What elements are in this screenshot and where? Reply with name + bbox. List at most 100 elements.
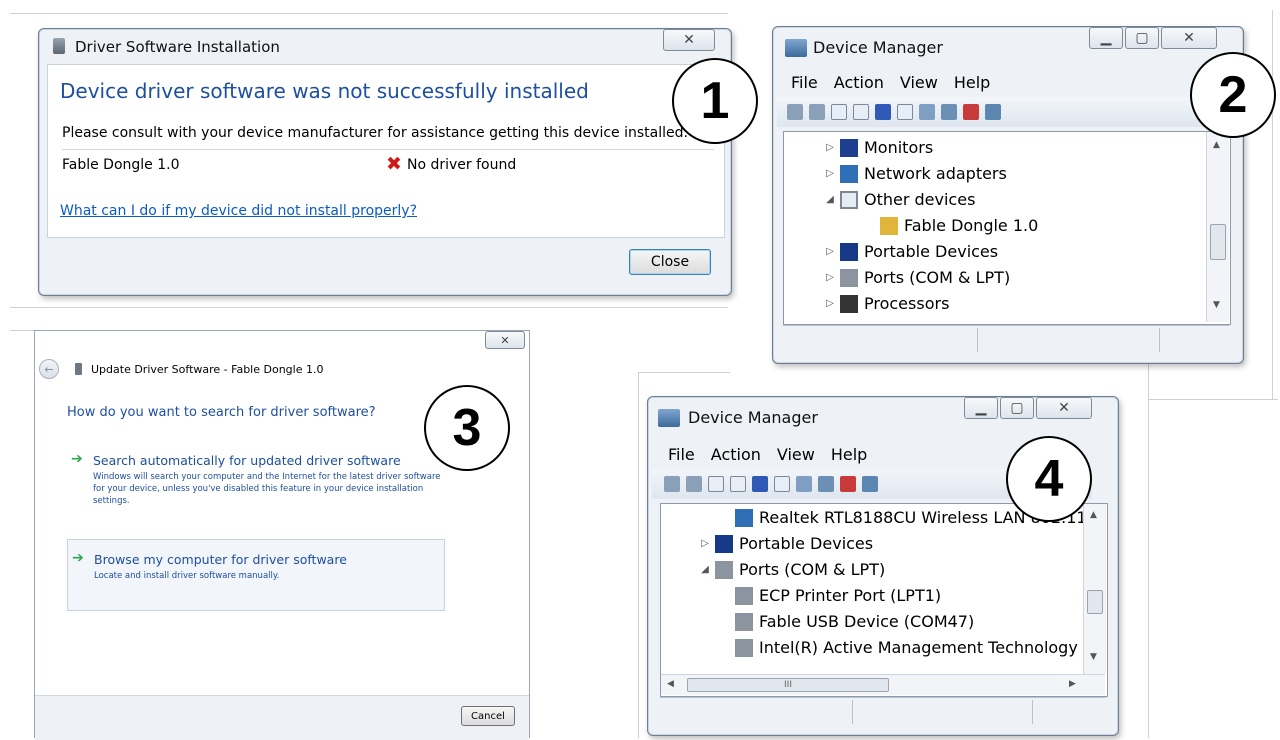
forward-icon[interactable] [686, 476, 702, 492]
menu-file[interactable]: File [660, 445, 703, 464]
option-title: Search automatically for updated driver … [93, 453, 401, 468]
collapse-icon[interactable]: ◢ [699, 564, 711, 575]
close-icon[interactable]: ✕ [663, 29, 715, 51]
scroll-down-icon[interactable]: ▼ [1213, 300, 1220, 310]
expand-icon[interactable]: ▷ [699, 538, 711, 549]
expand-icon[interactable]: ▷ [824, 272, 836, 283]
forward-icon[interactable] [809, 104, 825, 120]
menu-help[interactable]: Help [823, 445, 875, 464]
uninstall-icon[interactable] [840, 476, 856, 492]
view-icon[interactable] [831, 104, 847, 120]
menu-view[interactable]: View [892, 73, 946, 92]
tree-item-processors[interactable]: ▷ Processors [824, 294, 949, 313]
tree-item-monitors[interactable]: ▷ Monitors [824, 138, 933, 157]
scroll-up-icon[interactable]: ▲ [1213, 140, 1220, 150]
menu-file[interactable]: File [783, 73, 826, 92]
menu-help[interactable]: Help [946, 73, 998, 92]
maximize-icon[interactable]: ▢ [1000, 397, 1034, 419]
tree-item-network-adapters[interactable]: ▷ Network adapters [824, 164, 1007, 183]
help-link[interactable]: What can I do if my device did not insta… [60, 203, 417, 219]
tree-item-ports[interactable]: ◢ Ports (COM & LPT) [699, 560, 885, 579]
search-automatically-option[interactable]: ➔ Search automatically for updated drive… [67, 449, 447, 519]
warning-device-icon [880, 216, 898, 235]
close-icon[interactable]: ✕ [1036, 397, 1092, 419]
vertical-scrollbar[interactable]: ▲ ▼ [1206, 132, 1229, 322]
tree-item-fable-dongle[interactable]: Fable Dongle 1.0 [876, 216, 1038, 235]
view-icon[interactable] [708, 476, 724, 492]
menu-view[interactable]: View [769, 445, 823, 464]
expand-icon[interactable]: ▷ [824, 298, 836, 309]
horizontal-scrollbar[interactable]: ◀ III ▶ [661, 674, 1105, 695]
heading: Device driver software was not successfu… [60, 79, 589, 103]
device-tree: ▷ Monitors ▷ Network adapters ◢ Other devic… [783, 131, 1231, 325]
toolbar [787, 104, 1001, 120]
unknown-device-icon [840, 190, 858, 209]
installer-icon [53, 38, 65, 54]
properties-icon[interactable] [730, 476, 746, 492]
update-driver-icon[interactable] [941, 104, 957, 120]
help-icon[interactable] [875, 104, 891, 120]
tree-item-portable-devices[interactable]: ▷ Portable Devices [824, 242, 998, 261]
scroll-thumb[interactable]: III [687, 678, 889, 692]
enable-icon[interactable] [862, 476, 878, 492]
device-tree: Realtek RTL8188CU Wireless LAN 802.11 ▷ P… [660, 503, 1108, 697]
list-icon[interactable] [897, 104, 913, 120]
scroll-thumb[interactable] [1087, 590, 1103, 614]
maximize-icon[interactable]: ▢ [1125, 27, 1159, 49]
close-button[interactable]: Close [629, 249, 711, 275]
scroll-left-icon[interactable]: ◀ [667, 679, 674, 689]
scan-icon[interactable] [796, 476, 812, 492]
window-title: Device Manager [813, 38, 943, 57]
scroll-right-icon[interactable]: ▶ [1069, 679, 1076, 689]
menu-action[interactable]: Action [826, 73, 892, 92]
close-icon[interactable]: ✕ [485, 331, 525, 349]
panel4-left-rule [638, 372, 639, 738]
collapse-icon[interactable]: ◢ [824, 194, 836, 205]
back-arrow-icon[interactable]: ← [39, 359, 59, 379]
enable-icon[interactable] [985, 104, 1001, 120]
menu-bar: File Action View Help [660, 445, 875, 464]
close-icon[interactable]: ✕ [1161, 27, 1217, 49]
back-icon[interactable] [787, 104, 803, 120]
scroll-thumb[interactable] [1210, 224, 1226, 260]
port-icon [735, 612, 753, 631]
window-title: Driver Software Installation [75, 38, 280, 56]
tree-item-portable-devices[interactable]: ▷ Portable Devices [699, 534, 873, 553]
device-manager-window-2: Device Manager ▁ ▢ ✕ File Action View He… [772, 26, 1244, 364]
tree-item-other-devices[interactable]: ◢ Other devices [824, 190, 975, 209]
list-icon[interactable] [774, 476, 790, 492]
expand-icon[interactable]: ▷ [824, 246, 836, 257]
minimize-icon[interactable]: ▁ [964, 397, 998, 419]
vertical-scrollbar[interactable]: ▲ ▼ [1083, 504, 1106, 674]
scroll-down-icon[interactable]: ▼ [1090, 652, 1097, 662]
properties-icon[interactable] [853, 104, 869, 120]
tree-item-ports[interactable]: ▷ Ports (COM & LPT) [824, 268, 1010, 287]
panel2-right-rule [1272, 10, 1273, 400]
tree-item-ecp-printer-port[interactable]: ECP Printer Port (LPT1) [731, 586, 941, 605]
expand-icon[interactable]: ▷ [824, 168, 836, 179]
option-description: Locate and install driver software manua… [94, 571, 280, 581]
tree-item-intel-amt[interactable]: Intel(R) Active Management Technology [731, 638, 1078, 657]
driver-install-window: Driver Software Installation ✕ Device dr… [38, 28, 732, 296]
port-icon [715, 560, 733, 579]
scroll-up-icon[interactable]: ▲ [1090, 510, 1097, 520]
menu-action[interactable]: Action [703, 445, 769, 464]
callout-1: 1 [672, 58, 758, 144]
toolbar [664, 476, 878, 492]
update-driver-icon[interactable] [818, 476, 834, 492]
panel1-top-rule [10, 13, 728, 14]
back-icon[interactable] [664, 476, 680, 492]
panel1-bottom-rule [10, 307, 728, 308]
uninstall-icon[interactable] [963, 104, 979, 120]
port-icon [735, 638, 753, 657]
tree-item-fable-usb-device[interactable]: Fable USB Device (COM47) [731, 612, 974, 631]
help-icon[interactable] [752, 476, 768, 492]
browse-computer-option[interactable]: ➔ Browse my computer for driver software… [67, 539, 445, 611]
scan-icon[interactable] [919, 104, 935, 120]
green-arrow-icon: ➔ [72, 550, 84, 566]
option-title: Browse my computer for driver software [94, 552, 347, 567]
minimize-icon[interactable]: ▁ [1089, 27, 1123, 49]
cancel-button[interactable]: Cancel [461, 706, 515, 726]
expand-icon[interactable]: ▷ [824, 142, 836, 153]
option-description: Windows will search your computer and th… [93, 472, 441, 506]
